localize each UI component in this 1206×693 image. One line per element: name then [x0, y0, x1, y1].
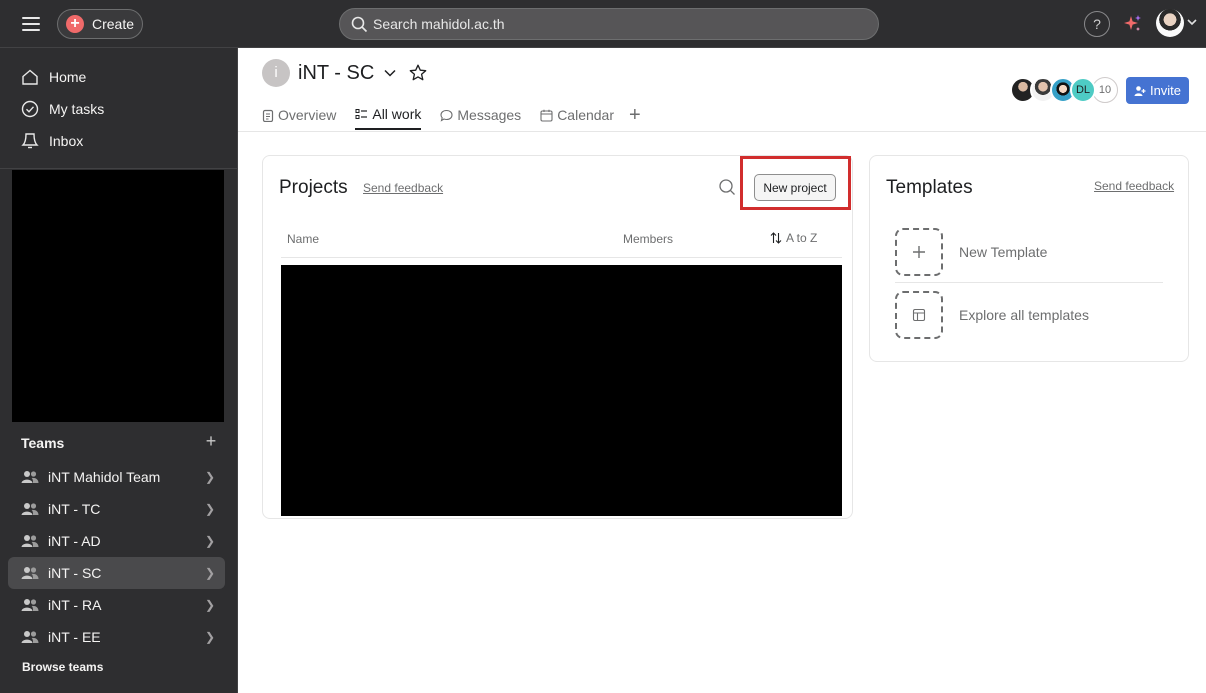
column-header-members: Members — [623, 232, 674, 246]
search-input[interactable]: Search mahidol.ac.th — [339, 8, 879, 40]
tab-bar: Overview All work Messages Calendar + — [262, 100, 641, 132]
chevron-right-icon[interactable]: ❯ — [205, 534, 215, 548]
invite-label: Invite — [1149, 83, 1182, 98]
tab-label: Calendar — [557, 107, 615, 123]
projects-send-feedback-link[interactable]: Send feedback — [363, 181, 443, 195]
templates-divider — [895, 282, 1163, 283]
template-label: New Template — [959, 244, 1048, 260]
create-button[interactable]: + Create — [57, 9, 143, 39]
sidebar-item-inbox[interactable]: Inbox — [8, 126, 230, 156]
page-title: iNT - SC — [298, 62, 375, 84]
help-button[interactable]: ? — [1084, 11, 1110, 37]
template-icon — [895, 291, 943, 339]
add-tab-icon[interactable]: + — [629, 100, 641, 130]
redacted-region — [281, 265, 842, 516]
team-icon — [21, 630, 41, 644]
teams-heading: Teams — [21, 435, 65, 451]
sidebar-team-item[interactable]: iNT Mahidol Team ❯ — [8, 461, 225, 493]
sidebar-team-item[interactable]: iNT - RA ❯ — [8, 589, 225, 621]
tab-overview[interactable]: Overview — [262, 100, 336, 130]
sidebar-team-item-active[interactable]: iNT - SC ❯ — [8, 557, 225, 589]
sort-label: A to Z — [786, 231, 818, 245]
chevron-down-icon[interactable] — [383, 66, 397, 80]
new-project-button[interactable]: New project — [754, 174, 836, 201]
chevron-right-icon[interactable]: ❯ — [205, 502, 215, 516]
search-icon — [351, 16, 368, 32]
sidebar-item-label: Home — [49, 69, 87, 85]
sparkle-ai-icon[interactable] — [1122, 13, 1144, 35]
message-icon — [440, 109, 453, 122]
inbox-icon — [20, 131, 40, 151]
invite-button[interactable]: Invite — [1126, 77, 1189, 104]
home-icon — [20, 67, 40, 87]
new-template-item[interactable]: New Template — [895, 228, 1163, 276]
team-label: iNT - EE — [48, 629, 101, 645]
add-team-icon[interactable]: + — [202, 432, 220, 450]
header-divider — [238, 131, 1206, 132]
team-icon — [21, 534, 41, 548]
table-header-divider — [281, 257, 842, 258]
projects-title: Projects — [279, 177, 348, 198]
member-avatar-initials: DL — [1070, 77, 1096, 103]
sidebar: Home My tasks Inbox Teams + iNT Mahidol … — [0, 48, 238, 693]
team-label: iNT Mahidol Team — [48, 469, 161, 485]
tab-messages[interactable]: Messages — [440, 100, 521, 130]
team-logo: i — [262, 59, 290, 87]
top-bar: + Create Search mahidol.ac.th ? — [0, 0, 1206, 48]
plus-icon: + — [66, 15, 84, 33]
sidebar-team-item[interactable]: iNT - TC ❯ — [8, 493, 225, 525]
sidebar-divider — [0, 168, 237, 169]
sort-button[interactable]: A to Z — [770, 231, 817, 245]
check-circle-icon — [20, 99, 40, 119]
hamburger-menu-icon[interactable] — [20, 14, 42, 34]
calendar-icon — [540, 109, 553, 122]
sidebar-item-home[interactable]: Home — [8, 62, 230, 92]
chevron-right-icon[interactable]: ❯ — [205, 630, 215, 644]
team-icon — [21, 566, 41, 580]
tab-label: Messages — [457, 107, 522, 123]
team-icon — [21, 502, 41, 516]
sidebar-team-item[interactable]: iNT - EE ❯ — [8, 621, 225, 653]
team-label: iNT - AD — [48, 533, 101, 549]
column-header-name: Name — [287, 232, 320, 246]
team-label: iNT - RA — [48, 597, 102, 613]
tab-calendar[interactable]: Calendar — [540, 100, 614, 130]
search-placeholder: Search mahidol.ac.th — [373, 16, 505, 32]
chevron-right-icon[interactable]: ❯ — [205, 598, 215, 612]
templates-send-feedback-link[interactable]: Send feedback — [1094, 179, 1174, 193]
sidebar-item-my-tasks[interactable]: My tasks — [8, 94, 230, 124]
explore-templates-item[interactable]: Explore all templates — [895, 291, 1163, 339]
person-icon — [1134, 85, 1146, 96]
chevron-down-icon[interactable] — [1186, 16, 1198, 28]
star-icon[interactable] — [408, 63, 428, 83]
redacted-region — [12, 170, 224, 422]
team-icon — [21, 598, 41, 612]
template-label: Explore all templates — [959, 307, 1089, 323]
clipboard-icon — [262, 109, 274, 122]
team-label: iNT - SC — [48, 565, 102, 581]
sidebar-team-item[interactable]: iNT - AD ❯ — [8, 525, 225, 557]
list-icon — [355, 109, 368, 119]
chevron-right-icon[interactable]: ❯ — [205, 566, 215, 580]
user-avatar[interactable] — [1156, 9, 1184, 37]
templates-title: Templates — [886, 177, 973, 198]
search-icon[interactable] — [718, 178, 736, 196]
sidebar-item-label: Inbox — [49, 133, 84, 149]
plus-icon — [895, 228, 943, 276]
chevron-right-icon[interactable]: ❯ — [205, 470, 215, 484]
tab-all-work[interactable]: All work — [355, 100, 422, 130]
team-icon — [21, 470, 41, 484]
tab-label: All work — [372, 106, 422, 122]
sort-icon — [770, 232, 782, 244]
sidebar-item-label: My tasks — [49, 101, 105, 117]
create-label: Create — [92, 16, 135, 32]
tab-label: Overview — [278, 107, 337, 123]
browse-teams-link[interactable]: Browse teams — [22, 660, 103, 674]
member-avatars[interactable]: DL 10 — [1010, 77, 1118, 103]
team-label: iNT - TC — [48, 501, 101, 517]
